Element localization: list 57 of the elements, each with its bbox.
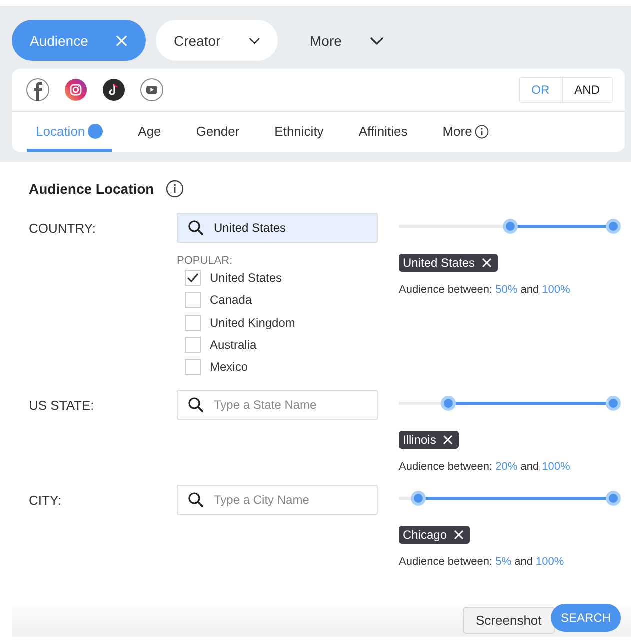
field-label: CITY:: [29, 492, 63, 510]
remove-icon[interactable]: [454, 530, 464, 540]
info-icon[interactable]: [166, 180, 184, 198]
search-input[interactable]: Type a State Name: [214, 398, 364, 412]
info-icon[interactable]: [475, 124, 490, 138]
checkbox[interactable]: [185, 270, 201, 286]
checkbox[interactable]: [185, 292, 201, 308]
slider-handle[interactable]: [606, 491, 620, 506]
search-field[interactable]: Type a City Name: [177, 485, 378, 516]
filter-tab[interactable]: Age: [129, 112, 170, 152]
filter-tab[interactable]: More: [434, 112, 498, 152]
filter-tab[interactable]: Ethnicity: [266, 112, 333, 152]
country-option[interactable]: Australia: [185, 334, 399, 356]
camera-icon[interactable]: [64, 78, 88, 102]
search-icon: [188, 492, 204, 508]
checkbox[interactable]: [185, 359, 201, 376]
country-option[interactable]: United Kingdom: [185, 312, 399, 334]
slider-handle[interactable]: [606, 219, 620, 234]
chevron-down-icon: [248, 36, 260, 44]
music-note-icon[interactable]: [102, 78, 126, 102]
slider-handle[interactable]: [410, 491, 426, 506]
slider-handle[interactable]: [502, 219, 518, 234]
checkbox[interactable]: [185, 337, 201, 354]
field-label: US STATE:: [29, 397, 96, 416]
checkbox[interactable]: [185, 314, 201, 331]
search-input[interactable]: Type a City Name: [214, 493, 364, 508]
audience-range-text: Audience between: 50% and 100%: [399, 284, 572, 296]
panel-title: Audience Location: [29, 181, 154, 197]
search-field[interactable]: United States: [177, 213, 378, 243]
search-icon: [188, 397, 204, 414]
close-icon[interactable]: [116, 34, 128, 46]
filter-tab[interactable]: Gender: [187, 112, 249, 152]
search-input[interactable]: United States: [214, 221, 364, 235]
remove-icon[interactable]: [482, 258, 492, 268]
popular-heading: POPULAR:: [177, 255, 234, 267]
search-icon: [188, 220, 204, 236]
audience-range-text: Audience between: 5% and 100%: [399, 556, 566, 568]
logic-option[interactable]: AND: [562, 78, 612, 102]
facebook-icon[interactable]: [26, 78, 50, 102]
tag-label: Illinois: [403, 433, 436, 448]
audience-range-text: Audience between: 20% and 100%: [399, 461, 572, 474]
tag-label: United States: [403, 256, 476, 270]
more-dropdown[interactable]: More: [288, 20, 402, 61]
filter-dropdown[interactable]: Creator: [156, 20, 278, 61]
play-icon[interactable]: [140, 78, 164, 102]
chevron-down-icon: [370, 36, 384, 44]
filter-tab[interactable]: Affinities: [350, 112, 417, 152]
tag-label: Chicago: [403, 528, 448, 542]
remove-icon[interactable]: [443, 435, 454, 446]
tooltip: Screenshot: [463, 607, 555, 634]
field-label: COUNTRY:: [29, 220, 97, 238]
slider-handle[interactable]: [606, 396, 620, 412]
search-field[interactable]: Type a State Name: [177, 390, 378, 420]
slider-handle[interactable]: [440, 396, 456, 412]
country-option[interactable]: Canada: [185, 289, 399, 312]
country-option[interactable]: United States: [185, 267, 399, 290]
country-option[interactable]: Mexico: [185, 356, 399, 378]
